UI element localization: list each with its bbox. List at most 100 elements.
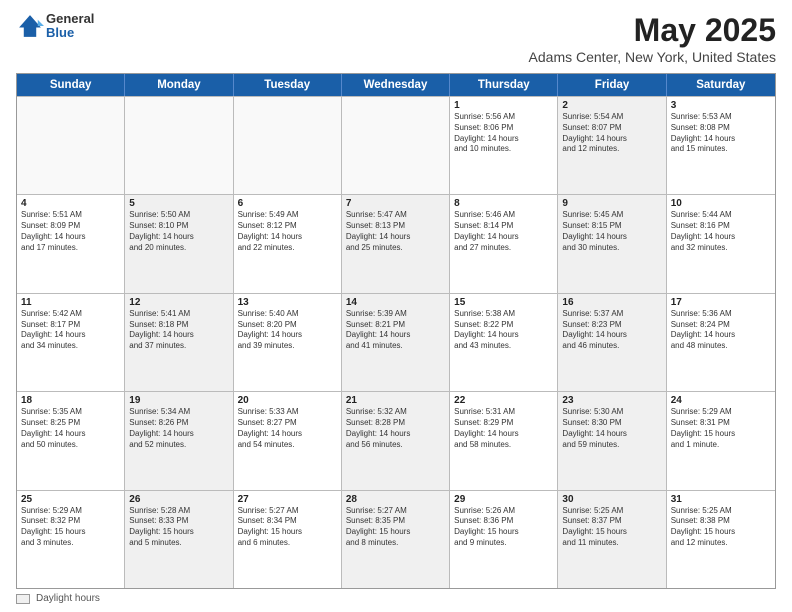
day-number: 5 [129,198,228,209]
cal-cell: 12Sunrise: 5:41 AM Sunset: 8:18 PM Dayli… [125,294,233,391]
footer-label: Daylight hours [36,593,100,604]
day-number: 1 [454,100,553,111]
cal-week: 25Sunrise: 5:29 AM Sunset: 8:32 PM Dayli… [17,490,775,588]
day-info: Sunrise: 5:25 AM Sunset: 8:37 PM Dayligh… [562,506,661,549]
logo-blue: Blue [46,26,94,40]
day-number: 17 [671,297,771,308]
cal-cell: 10Sunrise: 5:44 AM Sunset: 8:16 PM Dayli… [667,195,775,292]
cal-week: 1Sunrise: 5:56 AM Sunset: 8:06 PM Daylig… [17,96,775,194]
day-number: 13 [238,297,337,308]
logo-general: General [46,12,94,26]
cal-cell: 15Sunrise: 5:38 AM Sunset: 8:22 PM Dayli… [450,294,558,391]
day-number: 6 [238,198,337,209]
day-number: 21 [346,395,445,406]
day-number: 26 [129,494,228,505]
day-info: Sunrise: 5:33 AM Sunset: 8:27 PM Dayligh… [238,407,337,450]
day-number: 15 [454,297,553,308]
day-number: 19 [129,395,228,406]
cal-cell [125,97,233,194]
cal-cell: 24Sunrise: 5:29 AM Sunset: 8:31 PM Dayli… [667,392,775,489]
day-number: 14 [346,297,445,308]
day-info: Sunrise: 5:29 AM Sunset: 8:31 PM Dayligh… [671,407,771,450]
cal-week: 4Sunrise: 5:51 AM Sunset: 8:09 PM Daylig… [17,194,775,292]
day-number: 16 [562,297,661,308]
day-info: Sunrise: 5:32 AM Sunset: 8:28 PM Dayligh… [346,407,445,450]
day-info: Sunrise: 5:26 AM Sunset: 8:36 PM Dayligh… [454,506,553,549]
daylight-box [16,594,30,604]
day-number: 29 [454,494,553,505]
main-title: May 2025 [529,12,776,49]
calendar-header: SundayMondayTuesdayWednesdayThursdayFrid… [17,74,775,96]
logo-text: General Blue [46,12,94,41]
cal-header-cell: Sunday [17,74,125,96]
cal-cell: 11Sunrise: 5:42 AM Sunset: 8:17 PM Dayli… [17,294,125,391]
day-info: Sunrise: 5:38 AM Sunset: 8:22 PM Dayligh… [454,309,553,352]
day-info: Sunrise: 5:51 AM Sunset: 8:09 PM Dayligh… [21,210,120,253]
title-area: May 2025 Adams Center, New York, United … [529,12,776,65]
cal-cell: 6Sunrise: 5:49 AM Sunset: 8:12 PM Daylig… [234,195,342,292]
day-number: 10 [671,198,771,209]
cal-cell: 31Sunrise: 5:25 AM Sunset: 8:38 PM Dayli… [667,491,775,588]
cal-cell: 3Sunrise: 5:53 AM Sunset: 8:08 PM Daylig… [667,97,775,194]
day-number: 11 [21,297,120,308]
cal-header-cell: Tuesday [234,74,342,96]
cal-cell: 17Sunrise: 5:36 AM Sunset: 8:24 PM Dayli… [667,294,775,391]
day-number: 18 [21,395,120,406]
cal-cell [342,97,450,194]
day-info: Sunrise: 5:29 AM Sunset: 8:32 PM Dayligh… [21,506,120,549]
cal-cell: 20Sunrise: 5:33 AM Sunset: 8:27 PM Dayli… [234,392,342,489]
day-info: Sunrise: 5:41 AM Sunset: 8:18 PM Dayligh… [129,309,228,352]
cal-cell: 30Sunrise: 5:25 AM Sunset: 8:37 PM Dayli… [558,491,666,588]
subtitle: Adams Center, New York, United States [529,49,776,65]
day-info: Sunrise: 5:40 AM Sunset: 8:20 PM Dayligh… [238,309,337,352]
cal-cell: 8Sunrise: 5:46 AM Sunset: 8:14 PM Daylig… [450,195,558,292]
cal-cell: 5Sunrise: 5:50 AM Sunset: 8:10 PM Daylig… [125,195,233,292]
cal-header-cell: Wednesday [342,74,450,96]
day-info: Sunrise: 5:42 AM Sunset: 8:17 PM Dayligh… [21,309,120,352]
day-info: Sunrise: 5:27 AM Sunset: 8:35 PM Dayligh… [346,506,445,549]
cal-cell: 27Sunrise: 5:27 AM Sunset: 8:34 PM Dayli… [234,491,342,588]
footer: Daylight hours [16,589,776,604]
cal-header-cell: Thursday [450,74,558,96]
calendar-body: 1Sunrise: 5:56 AM Sunset: 8:06 PM Daylig… [17,96,775,588]
cal-cell: 18Sunrise: 5:35 AM Sunset: 8:25 PM Dayli… [17,392,125,489]
day-info: Sunrise: 5:44 AM Sunset: 8:16 PM Dayligh… [671,210,771,253]
cal-cell: 22Sunrise: 5:31 AM Sunset: 8:29 PM Dayli… [450,392,558,489]
day-info: Sunrise: 5:54 AM Sunset: 8:07 PM Dayligh… [562,112,661,155]
day-number: 30 [562,494,661,505]
page: General Blue May 2025 Adams Center, New … [0,0,792,612]
cal-week: 18Sunrise: 5:35 AM Sunset: 8:25 PM Dayli… [17,391,775,489]
cal-cell: 28Sunrise: 5:27 AM Sunset: 8:35 PM Dayli… [342,491,450,588]
day-info: Sunrise: 5:34 AM Sunset: 8:26 PM Dayligh… [129,407,228,450]
day-info: Sunrise: 5:35 AM Sunset: 8:25 PM Dayligh… [21,407,120,450]
day-info: Sunrise: 5:25 AM Sunset: 8:38 PM Dayligh… [671,506,771,549]
day-info: Sunrise: 5:47 AM Sunset: 8:13 PM Dayligh… [346,210,445,253]
cal-header-cell: Saturday [667,74,775,96]
day-info: Sunrise: 5:49 AM Sunset: 8:12 PM Dayligh… [238,210,337,253]
day-info: Sunrise: 5:39 AM Sunset: 8:21 PM Dayligh… [346,309,445,352]
logo-icon [16,12,44,40]
cal-header-cell: Monday [125,74,233,96]
day-number: 28 [346,494,445,505]
cal-cell: 1Sunrise: 5:56 AM Sunset: 8:06 PM Daylig… [450,97,558,194]
day-number: 23 [562,395,661,406]
cal-cell [234,97,342,194]
day-number: 22 [454,395,553,406]
calendar: SundayMondayTuesdayWednesdayThursdayFrid… [16,73,776,589]
day-number: 24 [671,395,771,406]
cal-cell: 25Sunrise: 5:29 AM Sunset: 8:32 PM Dayli… [17,491,125,588]
cal-header-cell: Friday [558,74,666,96]
day-info: Sunrise: 5:37 AM Sunset: 8:23 PM Dayligh… [562,309,661,352]
day-number: 3 [671,100,771,111]
day-info: Sunrise: 5:31 AM Sunset: 8:29 PM Dayligh… [454,407,553,450]
day-number: 31 [671,494,771,505]
day-info: Sunrise: 5:28 AM Sunset: 8:33 PM Dayligh… [129,506,228,549]
cal-cell: 13Sunrise: 5:40 AM Sunset: 8:20 PM Dayli… [234,294,342,391]
day-info: Sunrise: 5:36 AM Sunset: 8:24 PM Dayligh… [671,309,771,352]
cal-cell: 9Sunrise: 5:45 AM Sunset: 8:15 PM Daylig… [558,195,666,292]
cal-cell: 26Sunrise: 5:28 AM Sunset: 8:33 PM Dayli… [125,491,233,588]
cal-cell: 14Sunrise: 5:39 AM Sunset: 8:21 PM Dayli… [342,294,450,391]
day-info: Sunrise: 5:45 AM Sunset: 8:15 PM Dayligh… [562,210,661,253]
day-number: 27 [238,494,337,505]
cal-cell: 23Sunrise: 5:30 AM Sunset: 8:30 PM Dayli… [558,392,666,489]
